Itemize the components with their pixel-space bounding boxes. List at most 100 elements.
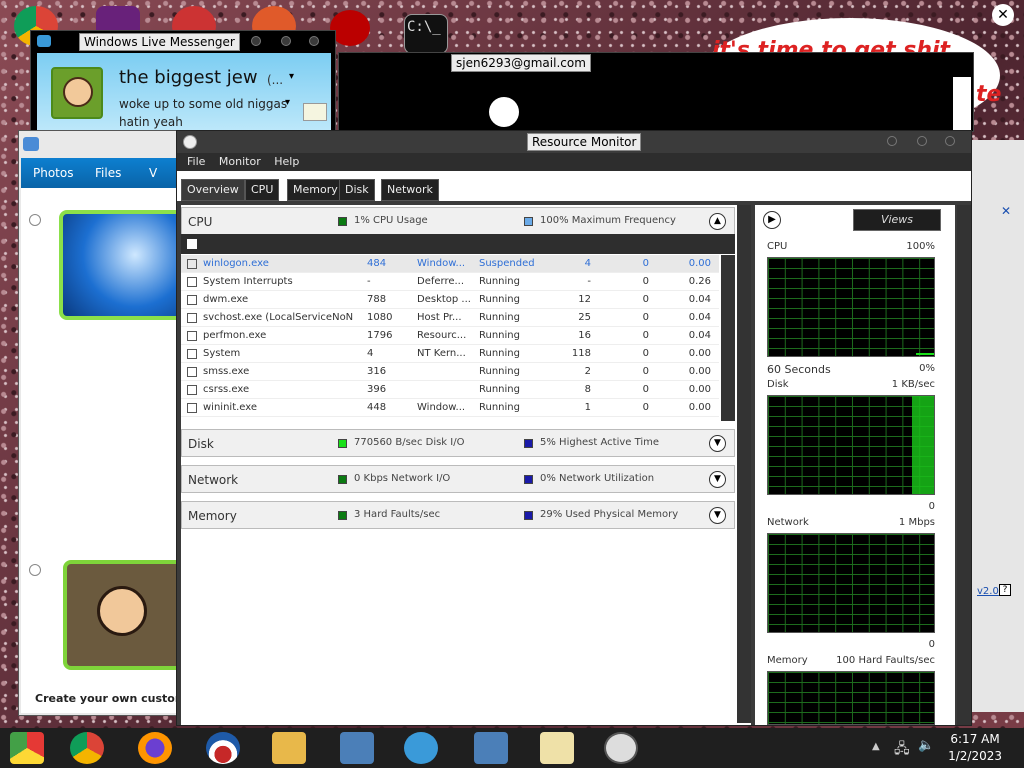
tab-files[interactable]: Files [95,166,121,180]
process-table-header[interactable] [181,234,735,254]
folder-icon[interactable] [272,732,306,764]
chevron-down-icon[interactable]: ▼ [709,507,726,524]
views-button[interactable]: Views [853,209,941,231]
network-section-header[interactable]: Network 0 Kbps Network I/O 0% Network Ut… [181,465,735,493]
minimize-icon[interactable] [251,36,261,46]
firefox-icon[interactable] [138,732,172,764]
chat-window-email: sjen6293@gmail.com [451,54,591,72]
close-icon[interactable] [945,136,955,146]
status-message[interactable]: woke up to some old niggas [119,97,287,111]
row-checkbox[interactable] [187,313,197,323]
network-util-swatch [524,475,533,484]
disk-section-header[interactable]: Disk 770560 B/sec Disk I/O 5% Highest Ac… [181,429,735,457]
row-checkbox[interactable] [187,385,197,395]
memory-section-header[interactable]: Memory 3 Hard Faults/sec 29% Used Physic… [181,501,735,529]
table-row[interactable]: winlogon.exe 484 Window... Suspended 4 0 0.00 [181,255,719,273]
tab-network[interactable]: Network [381,179,439,201]
cell-desc: Desktop ... [417,294,471,305]
chevron-down-icon[interactable]: ▼ [709,471,726,488]
row-checkbox[interactable] [187,295,197,305]
volume-icon[interactable]: 🔈 [918,738,934,753]
tab-memory[interactable]: Memory [287,179,344,201]
close-icon[interactable]: ✕ [992,4,1014,26]
menu-file[interactable]: File [187,153,205,171]
table-row[interactable]: csrss.exe 396 Running 8 0 0.00 [181,381,719,399]
tab-photos[interactable]: Photos [33,166,73,180]
row-checkbox[interactable] [187,331,197,341]
select-all-checkbox[interactable] [187,239,197,249]
chevron-down-icon[interactable]: ▾ [285,97,290,108]
redhat-desktop-icon[interactable] [330,10,370,46]
close-icon[interactable]: ✕ [1001,204,1011,218]
cell-threads: 2 [584,366,591,377]
graphs-scrollbar[interactable] [957,205,971,725]
maximize-icon[interactable] [917,136,927,146]
memory-faults-swatch [338,511,347,520]
chevron-down-icon[interactable]: ▼ [709,435,726,452]
network-computer-icon[interactable] [474,732,508,764]
messenger-icon[interactable] [404,732,438,764]
network-tray-icon[interactable]: 🖧 [894,738,910,762]
tab-overview[interactable]: Overview [181,179,245,201]
network-io: 0 Kbps Network I/O [354,473,451,484]
windows-wallpaper-thumbnail[interactable] [59,210,187,320]
cartoon-face-icon [97,586,147,636]
cell-image: winlogon.exe [203,258,269,269]
row-checkbox[interactable] [187,367,197,377]
menu-help[interactable]: Help [274,153,299,171]
table-row[interactable]: wininit.exe 448 Window... Running 1 0 0.00 [181,399,719,417]
cell-cpu: 0 [642,294,649,305]
memory-graph-label: Memory [767,655,808,666]
chrome-icon[interactable] [70,732,104,764]
collapse-icon[interactable] [29,564,41,576]
table-row[interactable]: smss.exe 316 Running 2 0 0.00 [181,363,719,381]
tab-v[interactable]: V [149,166,157,180]
tab-cpu[interactable]: CPU [245,179,280,201]
notepad-scroll-icon[interactable] [540,732,574,764]
table-row[interactable]: svchost.exe (LocalServiceNoNe... 1080 Host… [181,309,719,327]
minimize-icon[interactable] [887,136,897,146]
clock[interactable]: 6:17 AM 1/2/2023 [948,732,1002,763]
cell-threads: 12 [578,294,591,305]
show-hidden-icons-icon[interactable]: ▲ [872,741,880,752]
table-row[interactable]: dwm.exe 788 Desktop ... Running 12 0 0.04 [181,291,719,309]
close-icon[interactable] [309,36,319,46]
avatar[interactable] [51,67,103,119]
chevron-up-icon[interactable]: ▲ [709,213,726,230]
cell-desc: Window... [417,402,466,413]
row-checkbox[interactable] [187,349,197,359]
cell-status: Running [479,348,520,359]
process-scrollbar[interactable] [721,255,735,421]
obama-logo-icon[interactable] [206,732,240,764]
row-checkbox[interactable] [187,259,197,269]
chrome-colorful-icon[interactable] [10,732,44,764]
tab-disk[interactable]: Disk [339,179,375,201]
scrollbar[interactable] [953,77,971,131]
cell-status: Running [479,294,520,305]
help-icon[interactable]: ? [999,584,1011,596]
cell-threads: 1 [584,402,591,413]
cpu-graph-label: CPU [767,241,788,252]
avatar-thumbnail[interactable] [63,560,187,670]
table-row[interactable]: System 4 NT Kern... Running 118 0 0.00 [181,345,719,363]
cpu-section-header[interactable]: CPU 1% CPU Usage 100% Maximum Frequency … [181,207,735,235]
resource-monitor-icon[interactable] [604,732,638,764]
menu-monitor[interactable]: Monitor [219,153,261,171]
display-name[interactable]: the biggest jew [119,67,258,88]
table-row[interactable]: perfmon.exe 1796 Resourc... Running 16 0 0.04 [181,327,719,345]
row-checkbox[interactable] [187,277,197,287]
network-computer-icon[interactable] [340,732,374,764]
table-row[interactable]: System Interrupts - Deferre... Running - 0 0.2… [181,273,719,291]
cmd-desktop-icon[interactable]: C:\_ [404,14,448,54]
mail-icon[interactable] [303,103,327,121]
expand-pane-icon[interactable]: ▶ [763,211,781,229]
version-link[interactable]: v2.0 [977,586,999,597]
collapse-icon[interactable] [29,214,41,226]
cell-pid: - [367,276,371,287]
row-checkbox[interactable] [187,403,197,413]
overview-left-pane: CPU 1% CPU Usage 100% Maximum Frequency … [181,205,751,725]
chevron-down-icon[interactable]: ▾ [289,71,294,82]
maximize-icon[interactable] [281,36,291,46]
cell-desc: NT Kern... [417,348,466,359]
overview-scrollbar[interactable] [737,205,751,723]
